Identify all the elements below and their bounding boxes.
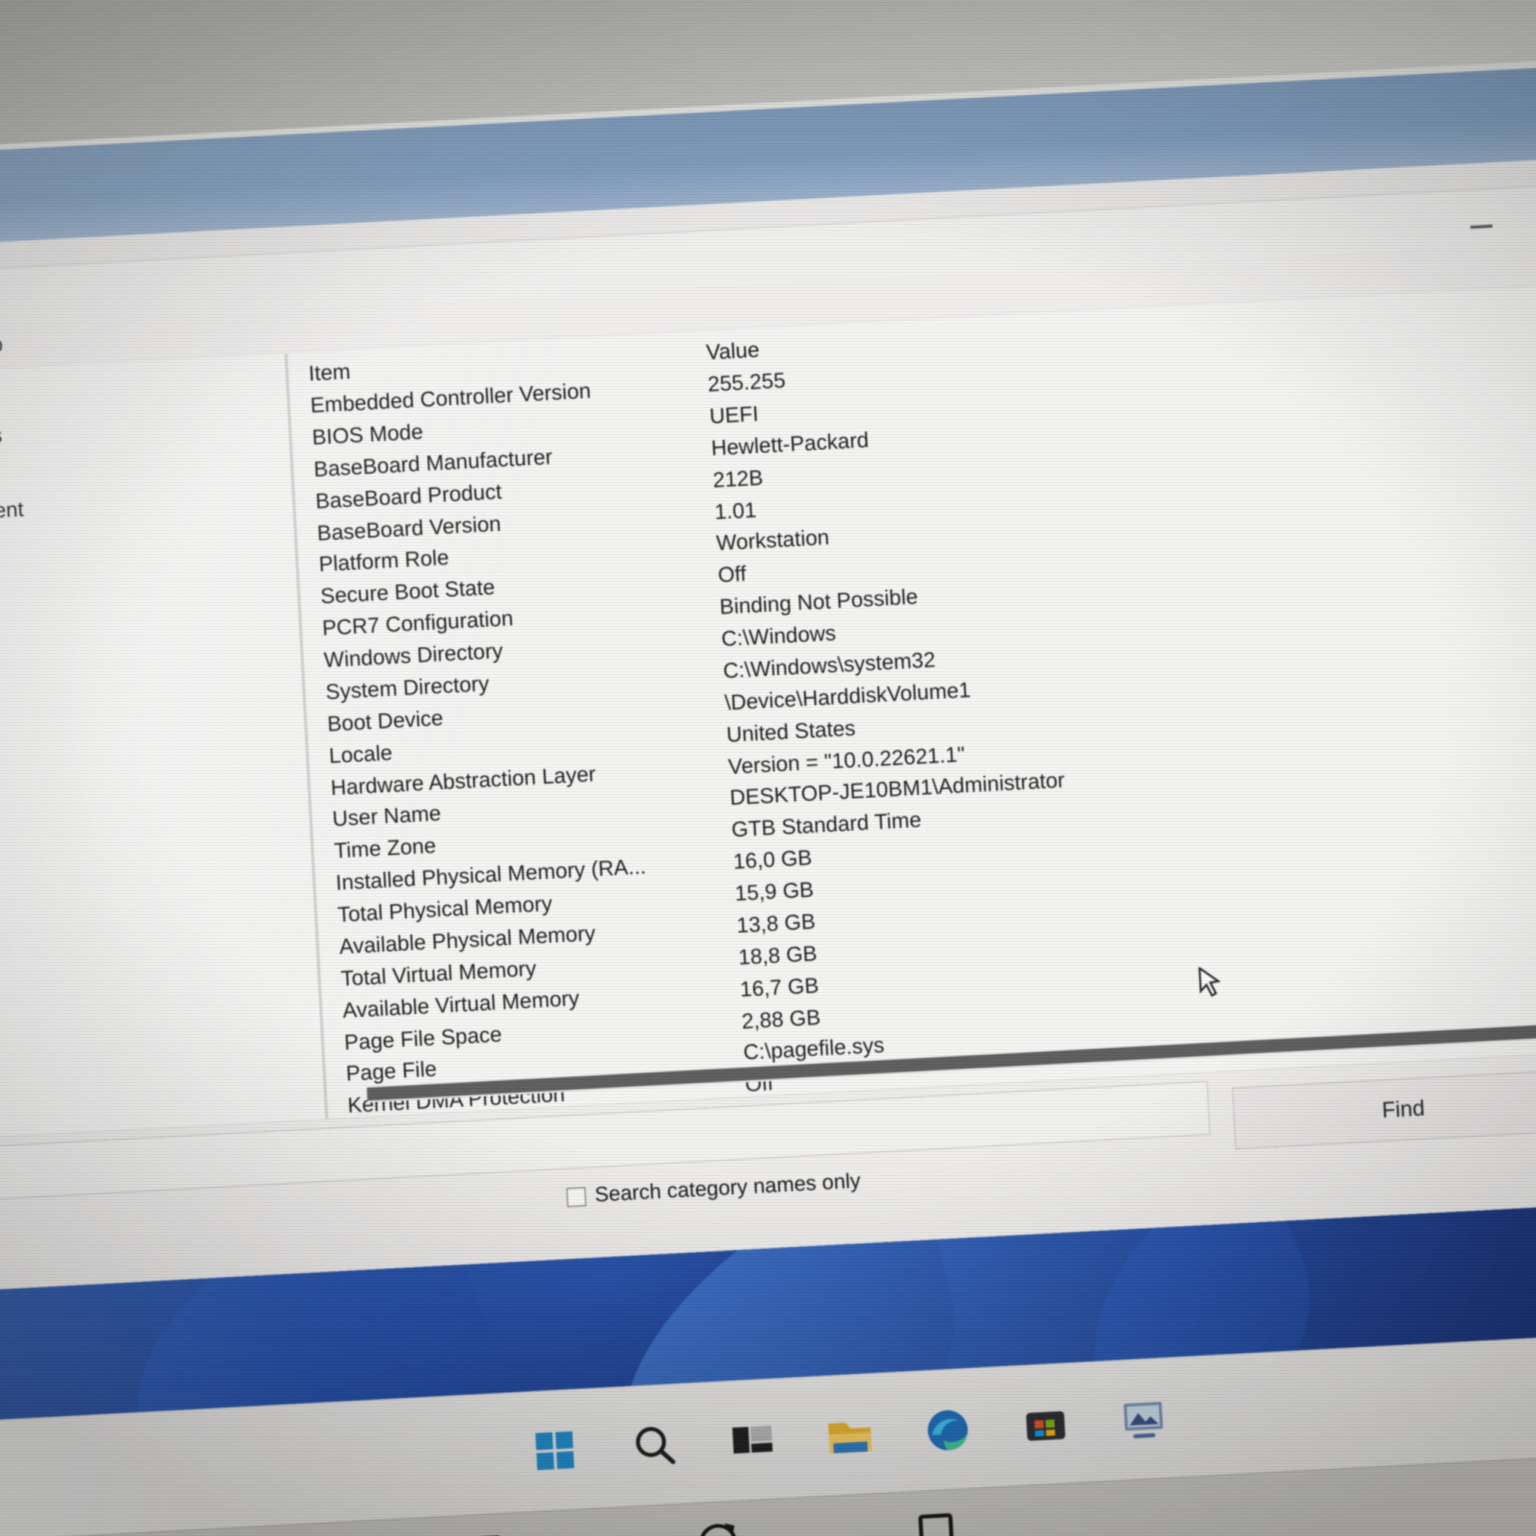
sidebar-item-software-environment[interactable]: are Environment <box>0 481 293 534</box>
search-icon[interactable] <box>627 1418 682 1473</box>
monitor-screen: n Information View Help ummary are Resou… <box>0 58 1536 1536</box>
category-tree[interactable]: ummary are Resources onents are Environm… <box>0 353 328 1142</box>
search-category-names-only-checkbox[interactable] <box>566 1186 587 1207</box>
task-view-icon[interactable] <box>725 1413 780 1468</box>
search-category-names-only-label: Search category names only <box>594 1169 862 1207</box>
search-category-names-only-row[interactable]: Search category names only <box>566 1170 861 1210</box>
rotate-icon <box>688 1511 753 1536</box>
square-icon <box>903 1499 968 1536</box>
find-button[interactable]: Find <box>1231 1069 1536 1150</box>
window-controls <box>1466 209 1497 239</box>
microsoft-edge-icon[interactable] <box>920 1402 975 1457</box>
window-body: ummary are Resources onents are Environm… <box>0 275 1536 1142</box>
details-list[interactable]: Item Value Embedded Controller Version 25… <box>286 279 1536 1119</box>
minimize-button[interactable] <box>1466 209 1497 239</box>
osd-mode-button[interactable]: M <box>839 1496 1034 1536</box>
osd-freeze-frame-button[interactable]: Înghețare cadru <box>170 1532 365 1536</box>
microsoft-store-icon[interactable] <box>1018 1397 1073 1452</box>
windows-start-icon[interactable] <box>529 1423 584 1478</box>
menu-item-help[interactable]: Help <box>0 331 10 361</box>
mouse-cursor <box>1198 966 1226 1006</box>
system-information-window: n Information View Help ummary are Resou… <box>0 178 1536 1318</box>
osd-rotate-button[interactable]: Rotiți <box>624 1507 819 1536</box>
osd-capture-button[interactable]: Capturare <box>394 1520 589 1536</box>
camera-icon <box>458 1523 523 1536</box>
file-explorer-icon[interactable] <box>823 1408 878 1463</box>
system-information-icon[interactable] <box>1116 1392 1171 1447</box>
